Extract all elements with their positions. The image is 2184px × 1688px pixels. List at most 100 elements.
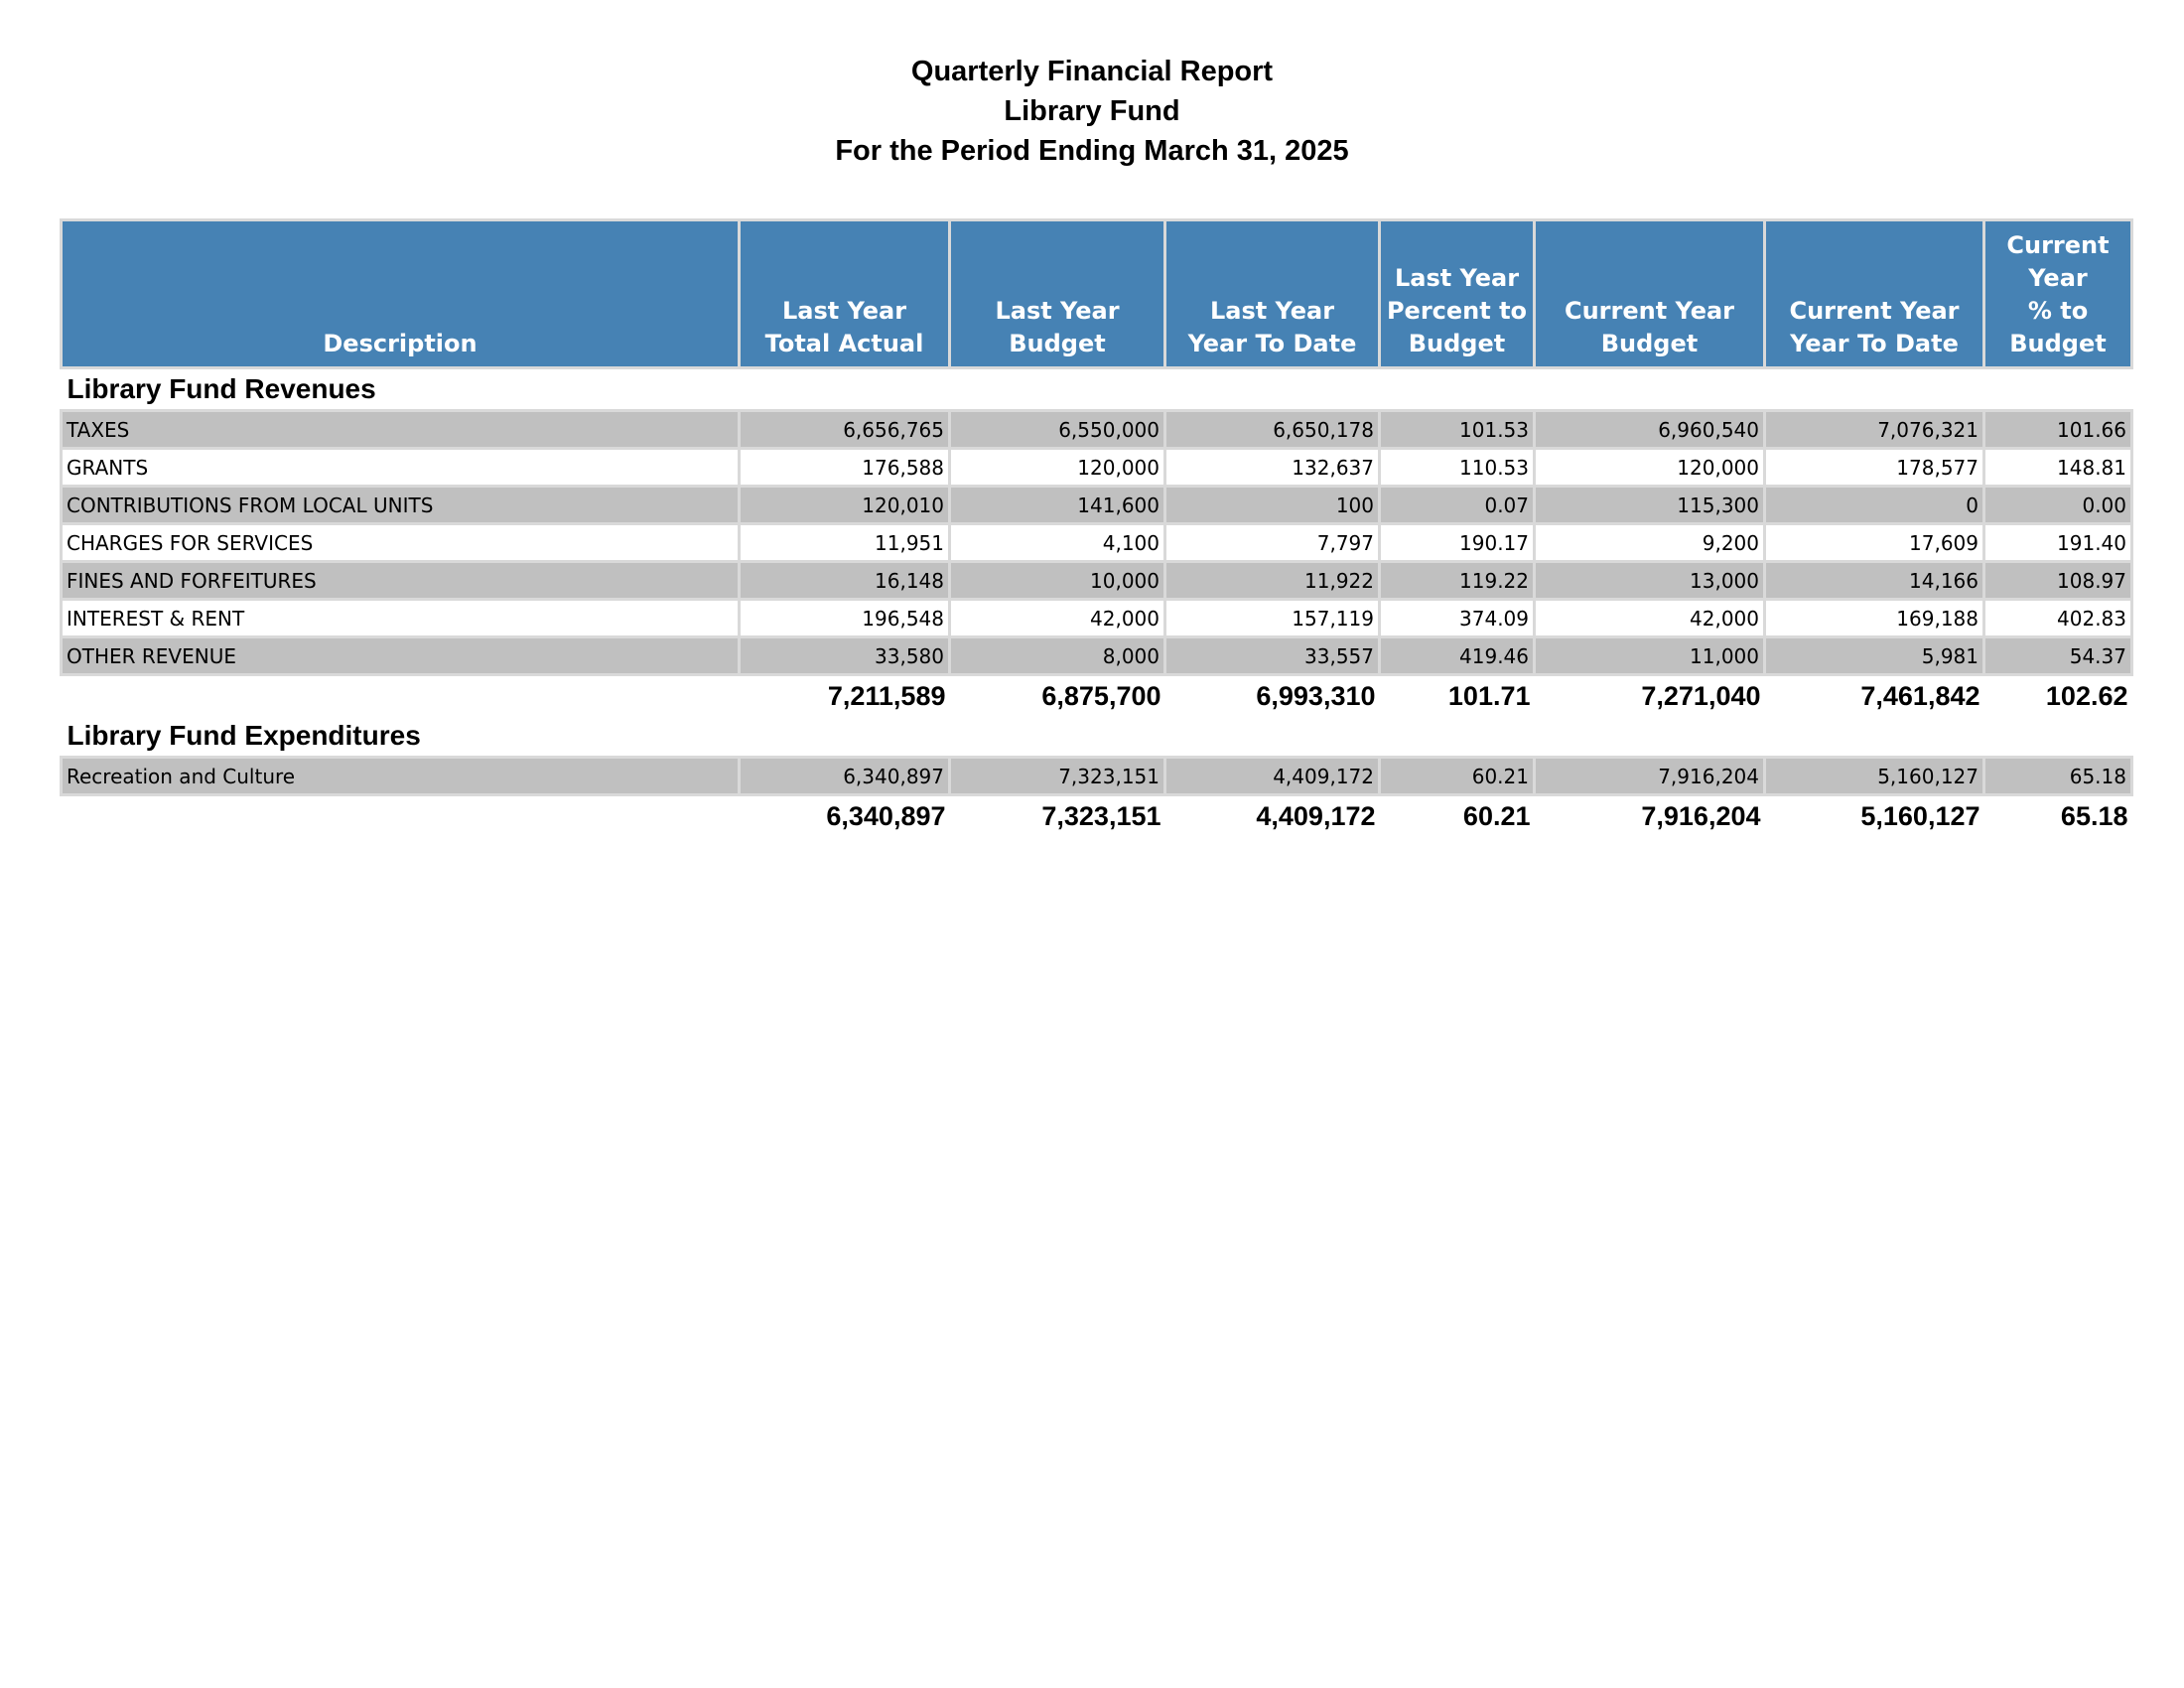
total-value: 7,916,204 xyxy=(1641,800,1761,831)
row-value: 65.18 xyxy=(1982,756,2133,796)
total-value: 7,323,151 xyxy=(1041,800,1161,831)
row-value: 10,000 xyxy=(948,560,1166,601)
row-value: 0.00 xyxy=(1982,485,2133,525)
column-header-current-year-budget: Current Year Budget xyxy=(1533,218,1766,369)
row-value: 119.22 xyxy=(1378,560,1536,601)
row-value: 374.09 xyxy=(1378,598,1536,638)
total-value: 6,993,310 xyxy=(1256,680,1376,711)
total-value: 4,409,172 xyxy=(1256,800,1376,831)
total-row-revenues: 7,211,589 6,875,700 6,993,310 101.71 7,271,0… xyxy=(62,675,2132,717)
row-value: 0 xyxy=(1763,485,1985,525)
row-value: 11,951 xyxy=(738,522,951,563)
fund-name: Library Fund xyxy=(1004,95,1180,127)
total-row-spacer xyxy=(62,675,740,717)
row-value: 120,010 xyxy=(738,485,951,525)
row-description: FINES AND FORFEITURES xyxy=(60,560,741,601)
row-value: 176,588 xyxy=(738,447,951,488)
table-body: Library Fund Revenues TAXES 6,656,765 6,550… xyxy=(60,368,2133,837)
row-value: 5,160,127 xyxy=(1763,756,1985,796)
row-value: 101.53 xyxy=(1378,409,1536,450)
report-period: For the Period Ending March 31, 2025 xyxy=(835,135,1349,167)
row-value: 6,960,540 xyxy=(1533,409,1766,450)
financial-report-table: Description Last Year Total Actual Last … xyxy=(60,218,2133,836)
row-value: 141,600 xyxy=(948,485,1166,525)
total-value: 7,461,842 xyxy=(1860,680,1980,711)
row-value: 6,550,000 xyxy=(948,409,1166,450)
row-value: 148.81 xyxy=(1982,447,2133,488)
row-description: Recreation and Culture xyxy=(60,756,741,796)
column-header-last-year-ytd: Last Year Year To Date xyxy=(1163,218,1381,369)
row-value: 6,656,765 xyxy=(738,409,951,450)
row-value: 7,797 xyxy=(1163,522,1381,563)
row-value: 6,650,178 xyxy=(1163,409,1381,450)
row-value: 17,609 xyxy=(1763,522,1985,563)
total-value: 7,271,040 xyxy=(1641,680,1761,711)
column-header-current-year-ytd: Current Year Year To Date xyxy=(1763,218,1985,369)
row-value: 178,577 xyxy=(1763,447,1985,488)
row-value: 115,300 xyxy=(1533,485,1766,525)
table-row: INTEREST & RENT 196,548 42,000 157,119 374.0… xyxy=(60,598,2133,638)
row-value: 419.46 xyxy=(1378,635,1536,676)
row-value: 11,922 xyxy=(1163,560,1381,601)
row-description: CHARGES FOR SERVICES xyxy=(60,522,741,563)
row-description: TAXES xyxy=(60,409,741,450)
row-value: 54.37 xyxy=(1982,635,2133,676)
column-header-last-year-budget: Last Year Budget xyxy=(948,218,1166,369)
row-value: 4,100 xyxy=(948,522,1166,563)
row-description: GRANTS xyxy=(60,447,741,488)
total-value: 60.21 xyxy=(1462,800,1531,831)
table-row: OTHER REVENUE 33,580 8,000 33,557 419.46 11,0… xyxy=(60,635,2133,676)
row-value: 42,000 xyxy=(1533,598,1766,638)
row-value: 402.83 xyxy=(1982,598,2133,638)
row-value: 101.66 xyxy=(1982,409,2133,450)
row-value: 14,166 xyxy=(1763,560,1985,601)
row-value: 7,076,321 xyxy=(1763,409,1985,450)
total-row-expenditures: 6,340,897 7,323,151 4,409,172 60.21 7,916,20… xyxy=(62,795,2132,837)
total-value: 7,211,589 xyxy=(827,680,946,711)
row-value: 4,409,172 xyxy=(1163,756,1381,796)
row-value: 100 xyxy=(1163,485,1381,525)
row-value: 9,200 xyxy=(1533,522,1766,563)
header-row: Description Last Year Total Actual Last … xyxy=(60,218,2133,369)
row-value: 132,637 xyxy=(1163,447,1381,488)
row-value: 11,000 xyxy=(1533,635,1766,676)
row-value: 60.21 xyxy=(1378,756,1536,796)
row-value: 120,000 xyxy=(1533,447,1766,488)
table-row: CONTRIBUTIONS FROM LOCAL UNITS 120,010 141… xyxy=(60,485,2133,525)
row-value: 6,340,897 xyxy=(738,756,951,796)
total-value: 6,875,700 xyxy=(1041,680,1161,711)
row-value: 33,580 xyxy=(738,635,951,676)
report-title: Quarterly Financial Report xyxy=(910,56,1274,87)
total-row-spacer xyxy=(62,795,740,837)
section-heading-expenditures: Library Fund Expenditures xyxy=(67,720,421,751)
row-value: 108.97 xyxy=(1982,560,2133,601)
row-value: 0.07 xyxy=(1378,485,1536,525)
table-row: FINES AND FORFEITURES 16,148 10,000 11,922 1… xyxy=(60,560,2133,601)
row-value: 8,000 xyxy=(948,635,1166,676)
row-value: 7,916,204 xyxy=(1533,756,1766,796)
row-value: 42,000 xyxy=(948,598,1166,638)
row-description: INTEREST & RENT xyxy=(60,598,741,638)
row-value: 16,148 xyxy=(738,560,951,601)
total-value: 65.18 xyxy=(2060,800,2128,831)
row-value: 196,548 xyxy=(738,598,951,638)
column-header-last-year-pct-budget: Last Year Percent to Budget xyxy=(1378,218,1536,369)
total-value: 102.62 xyxy=(2045,680,2128,711)
table-row: Recreation and Culture 6,340,897 7,323,151… xyxy=(60,756,2133,796)
total-value: 101.71 xyxy=(1447,680,1531,711)
row-value: 5,981 xyxy=(1763,635,1985,676)
row-value: 169,188 xyxy=(1763,598,1985,638)
row-value: 110.53 xyxy=(1378,447,1536,488)
row-value: 33,557 xyxy=(1163,635,1381,676)
section-heading-revenues: Library Fund Revenues xyxy=(67,373,376,404)
row-value: 7,323,151 xyxy=(948,756,1166,796)
row-value: 190.17 xyxy=(1378,522,1536,563)
table-row: TAXES 6,656,765 6,550,000 6,650,178 101.53 6,… xyxy=(60,409,2133,450)
row-value: 13,000 xyxy=(1533,560,1766,601)
column-header-description: Description xyxy=(60,218,741,369)
table-row: GRANTS 176,588 120,000 132,637 110.53 120,000… xyxy=(60,447,2133,488)
column-header-current-year-pct-budget: Current Year % to Budget xyxy=(1982,218,2133,369)
total-value: 5,160,127 xyxy=(1860,800,1980,831)
row-value: 157,119 xyxy=(1163,598,1381,638)
total-value: 6,340,897 xyxy=(826,800,946,831)
